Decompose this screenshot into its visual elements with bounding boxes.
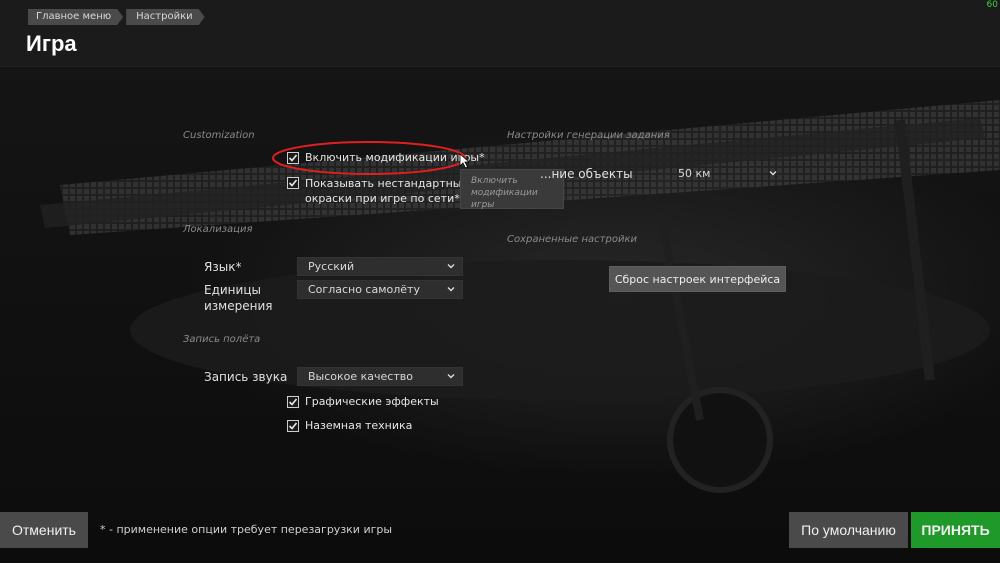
ground-vehicles-label: Наземная техника xyxy=(305,419,413,432)
section-title-mission-generation: Настройки генерации задания xyxy=(507,130,670,141)
graphic-effects-checkbox-row[interactable]: Графические эффекты xyxy=(287,395,439,409)
cancel-button[interactable]: Отменить xyxy=(0,512,88,548)
fps-counter: 60 xyxy=(986,0,998,10)
objects-distance-dropdown-value: 50 км xyxy=(678,167,711,180)
check-icon xyxy=(288,179,298,187)
chevron-down-icon xyxy=(447,264,455,269)
check-icon xyxy=(288,422,298,430)
section-title-flight-record: Запись полёта xyxy=(183,334,261,345)
units-dropdown-value: Согласно самолёту xyxy=(308,283,420,296)
highlight-ellipse xyxy=(272,141,466,175)
section-title-customization: Customization xyxy=(183,130,255,141)
mouse-cursor-icon xyxy=(459,153,471,169)
chevron-down-icon xyxy=(769,171,777,176)
accept-button[interactable]: ПРИНЯТЬ xyxy=(911,512,1000,548)
graphic-effects-label: Графические эффекты xyxy=(305,395,439,408)
hangar-aircraft-silhouette xyxy=(40,100,1000,493)
language-label: Язык* xyxy=(204,260,242,274)
units-dropdown[interactable]: Согласно самолёту xyxy=(297,280,463,299)
objects-distance-label: ...ние объекты xyxy=(540,167,633,181)
page-title: Игра xyxy=(26,31,77,56)
breadcrumb: Главное меню Настройки xyxy=(28,9,208,25)
units-label: Единицы измерения xyxy=(204,282,272,314)
section-title-localization: Локализация xyxy=(183,224,253,235)
breadcrumb-main-menu[interactable]: Главное меню xyxy=(28,9,123,25)
units-label-line1: Единицы xyxy=(204,283,261,297)
language-dropdown-value: Русский xyxy=(308,260,355,273)
section-title-saved-settings: Сохраненные настройки xyxy=(507,234,637,245)
show-skins-checkbox[interactable] xyxy=(287,177,299,189)
sound-record-dropdown[interactable]: Высокое качество xyxy=(297,367,463,386)
sound-record-dropdown-value: Высокое качество xyxy=(308,370,413,383)
header-bar: Главное меню Настройки Игра 60 xyxy=(0,0,1000,67)
graphic-effects-checkbox[interactable] xyxy=(287,396,299,408)
default-button[interactable]: По умолчанию xyxy=(789,512,908,548)
chevron-down-icon xyxy=(447,374,455,379)
check-icon xyxy=(288,398,298,406)
background-scene xyxy=(0,0,1000,563)
tooltip-line2: модификации игры xyxy=(471,188,538,210)
ground-vehicles-checkbox[interactable] xyxy=(287,420,299,432)
ground-vehicles-checkbox-row[interactable]: Наземная техника xyxy=(287,419,412,433)
breadcrumb-settings[interactable]: Настройки xyxy=(126,9,204,25)
reset-interface-button[interactable]: Сброс настроек интерфейса xyxy=(609,266,786,292)
language-dropdown[interactable]: Русский xyxy=(297,257,463,276)
units-label-line2: измерения xyxy=(204,299,273,313)
chevron-down-icon xyxy=(447,287,455,292)
objects-distance-dropdown[interactable]: 50 км xyxy=(667,164,785,183)
sound-record-label: Запись звука xyxy=(204,370,288,384)
restart-footnote: * - применение опции требует перезагрузк… xyxy=(100,523,393,536)
